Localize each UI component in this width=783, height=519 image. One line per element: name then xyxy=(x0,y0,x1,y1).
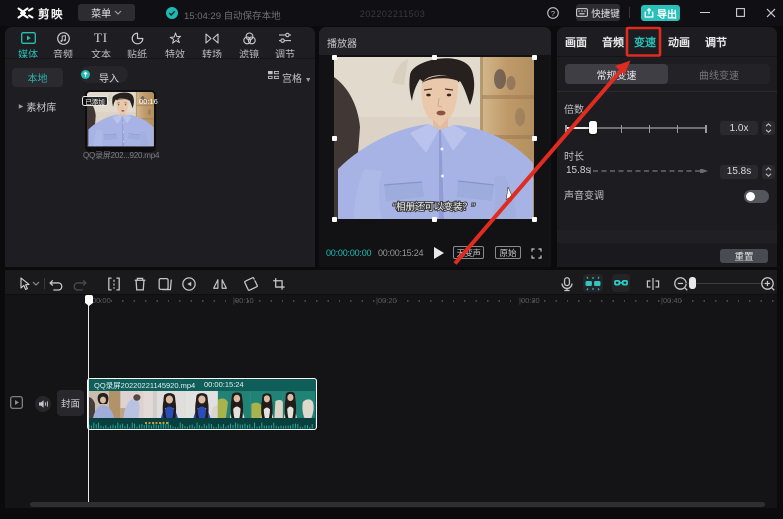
svg-text:?: ? xyxy=(551,9,555,18)
svg-text:“相册还可以变装？”: “相册还可以变装？” xyxy=(393,201,475,213)
